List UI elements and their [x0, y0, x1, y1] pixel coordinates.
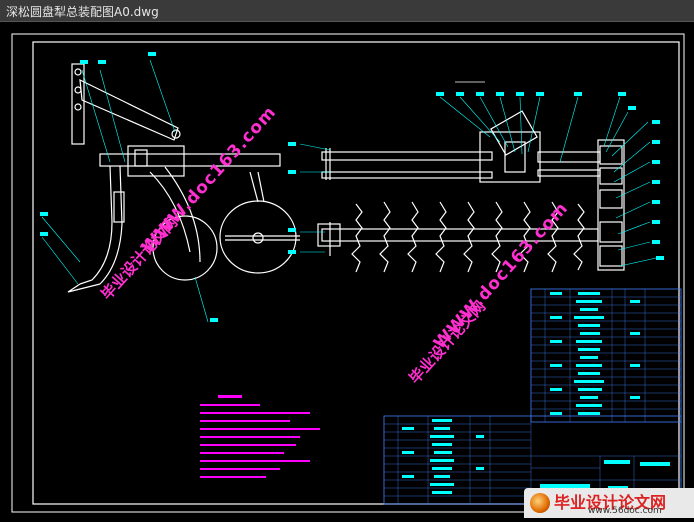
technical-notes: [200, 395, 320, 478]
gauge-wheel: [219, 200, 297, 274]
cad-viewer-window: 深松圆盘犁总装配图A0.dwg 毕业设计论文网 WWW.doc163.com W…: [0, 0, 694, 518]
main-beam: [99, 153, 281, 167]
assembly-drawing: [11, 33, 685, 513]
logo-ball-icon: [530, 493, 550, 513]
window-title: 深松圆盘犁总装配图A0.dwg: [6, 5, 159, 19]
site-logo[interactable]: 毕业设计论文网 www.56doc.com: [524, 488, 694, 518]
subsoiler-shank: [79, 165, 113, 285]
upper-long-beam: [321, 151, 493, 161]
upper-link: [79, 78, 179, 141]
side-drive-case: [597, 139, 625, 271]
logo-url: www.56doc.com: [588, 506, 662, 516]
part-number-marks: [40, 52, 664, 322]
parts-list-table: [530, 288, 682, 423]
title-bar: 深松圆盘犁总装配图A0.dwg: [0, 0, 694, 22]
drawing-canvas[interactable]: 毕业设计论文网 WWW.doc163.com WWW.doc163.com 毕业…: [0, 22, 694, 518]
part-leaders: [41, 59, 657, 323]
